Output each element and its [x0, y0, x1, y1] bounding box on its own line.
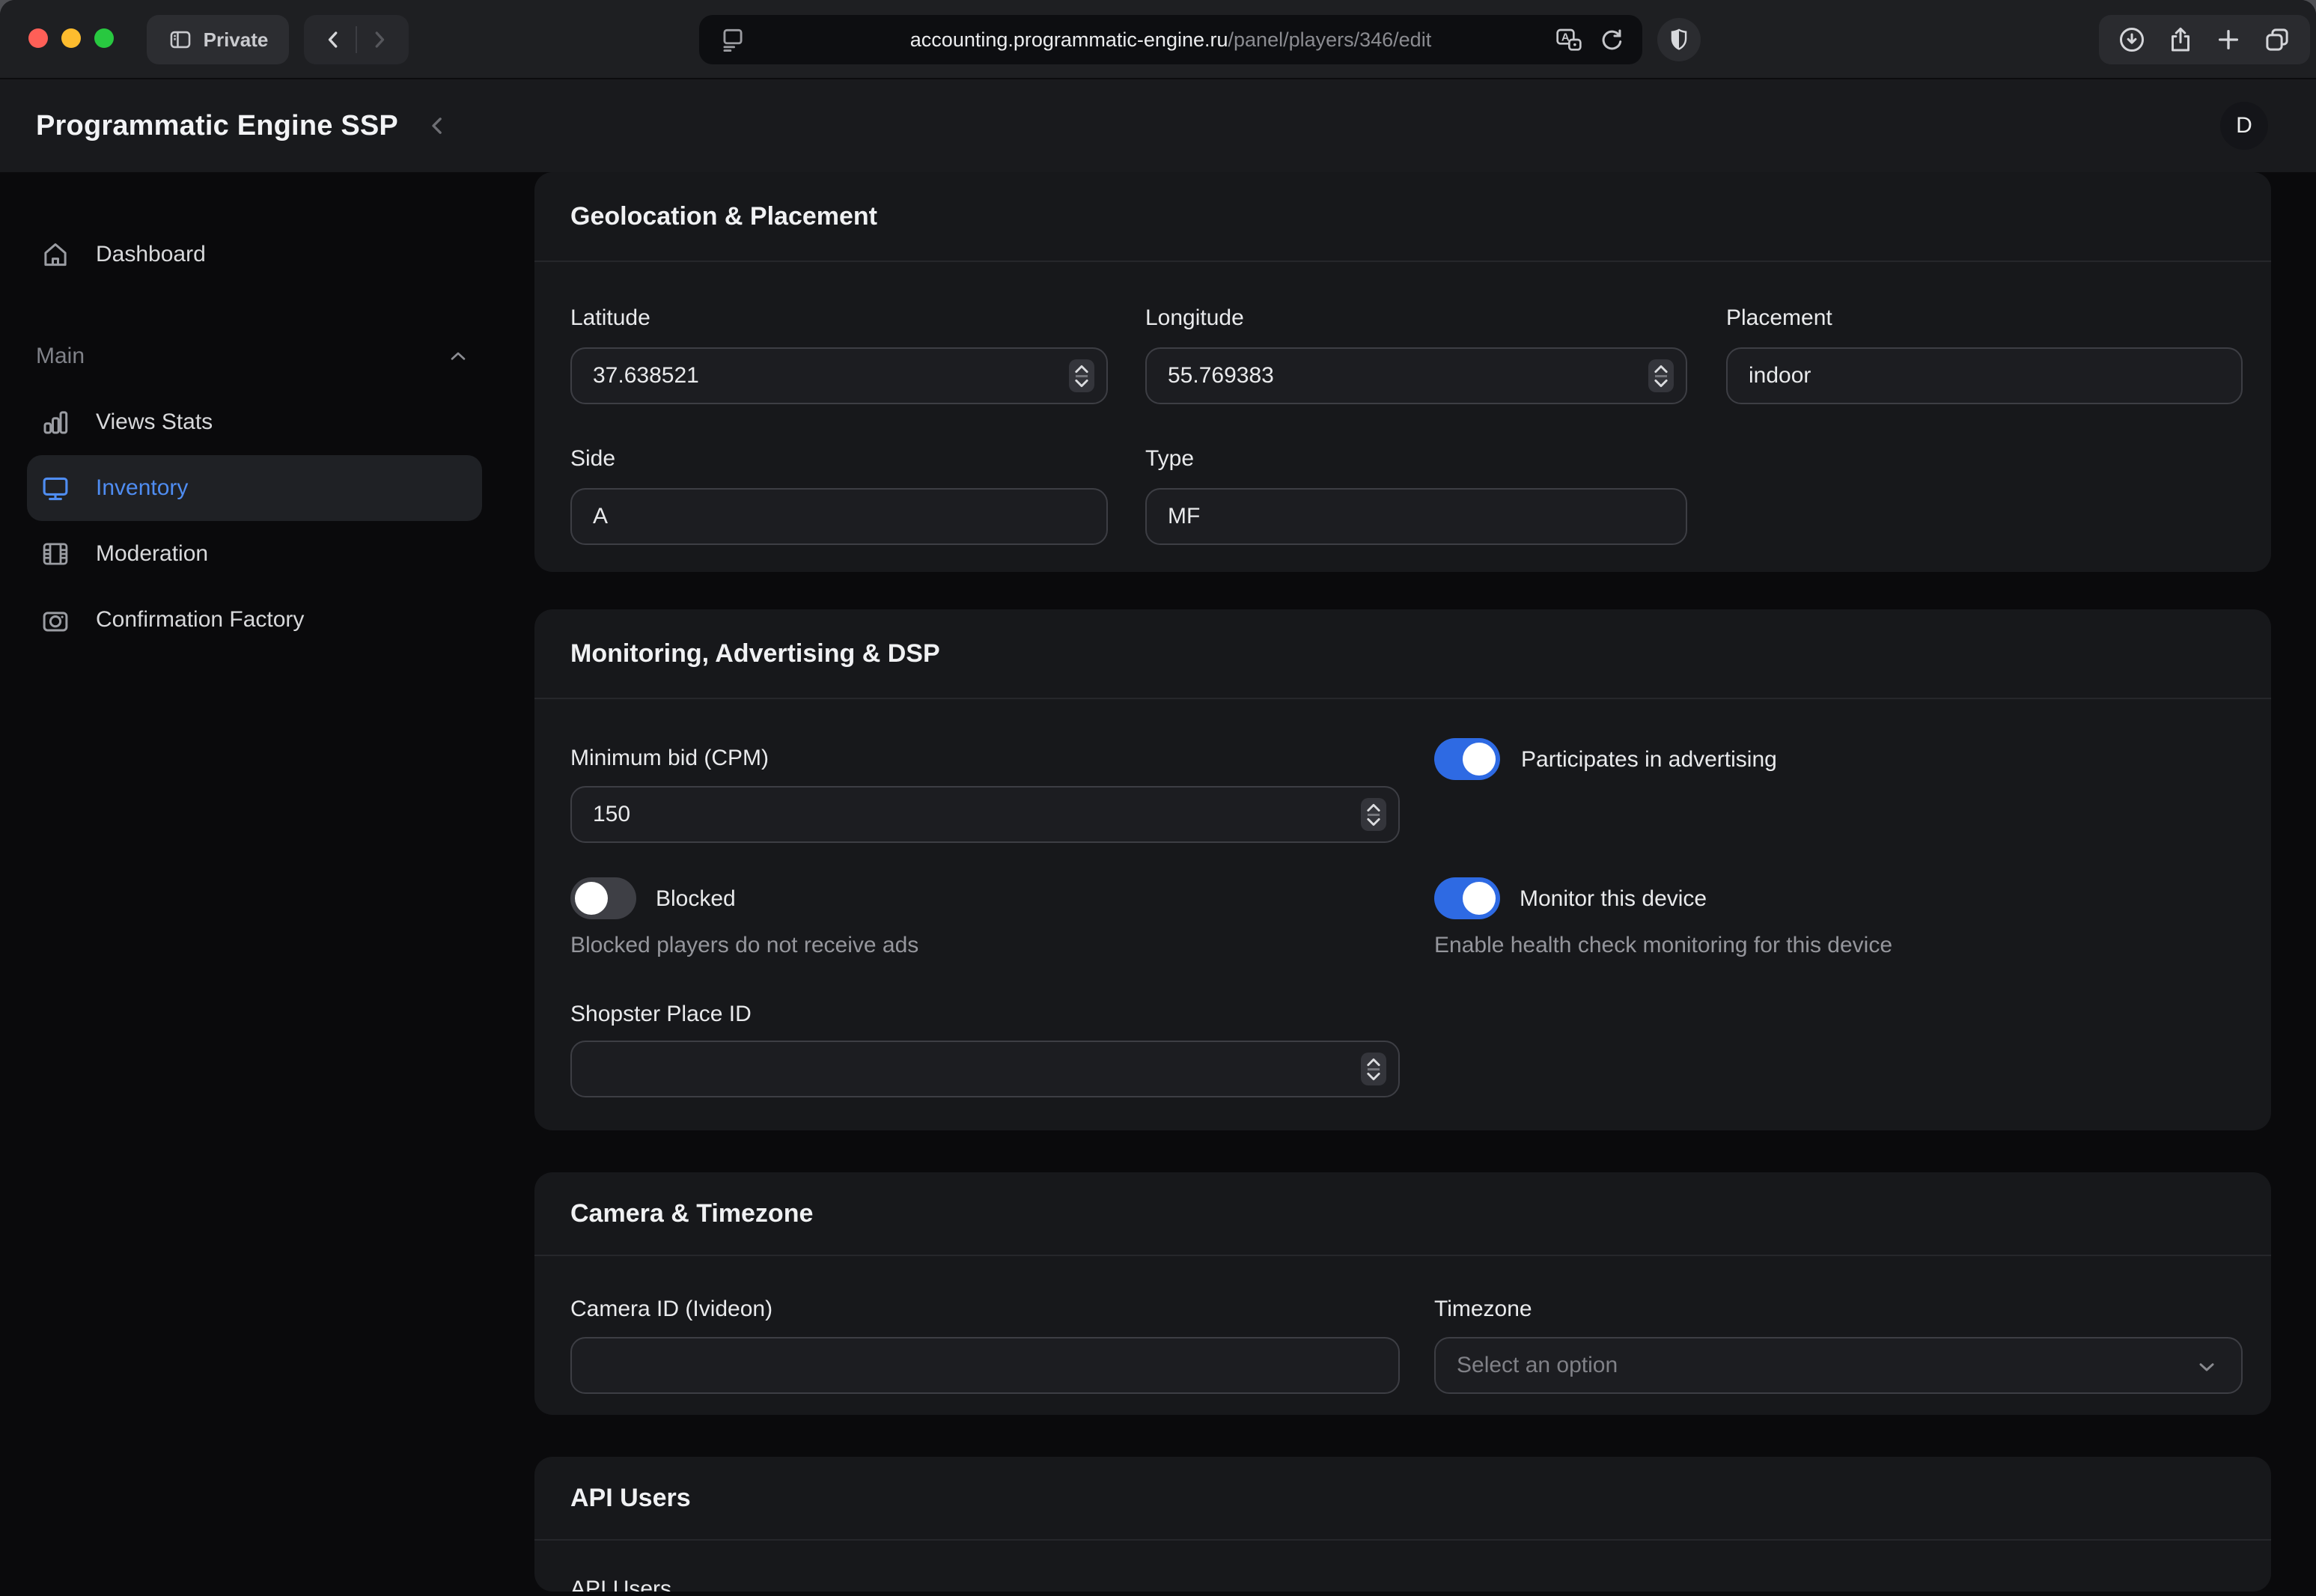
placement-input[interactable] [1726, 347, 2243, 404]
tab-overview-icon[interactable] [2261, 24, 2293, 55]
translate-icon[interactable]: A [1554, 25, 1584, 55]
latitude-label: Latitude [570, 305, 1108, 331]
minimum-bid-input[interactable] [570, 786, 1400, 843]
user-avatar[interactable]: D [2220, 102, 2268, 150]
forward-button[interactable] [366, 26, 393, 53]
sidebar-item-inventory[interactable]: Inventory [27, 455, 482, 521]
address-bar[interactable]: accounting.programmatic-engine.ru/panel/… [699, 15, 1642, 64]
url-path: /panel/players/346/edit [1228, 28, 1432, 51]
main-content: Geolocation & Placement Latitude Longitu… [509, 172, 2316, 1596]
camera-icon [39, 603, 72, 636]
api-users-field-label: API Users [570, 1577, 1400, 1592]
sidebar-item-moderation[interactable]: Moderation [27, 521, 482, 587]
side-label: Side [570, 446, 1108, 472]
section-title: Monitoring, Advertising & DSP [570, 639, 940, 668]
nav-divider [356, 26, 357, 53]
stepper-control[interactable] [1361, 1053, 1386, 1085]
sidebar-item-label: Confirmation Factory [96, 607, 304, 633]
bar-chart-icon [39, 406, 72, 439]
placement-label: Placement [1726, 305, 2243, 331]
monitor-description: Enable health check monitoring for this … [1434, 933, 1892, 958]
sidebar-item-dashboard[interactable]: Dashboard [27, 222, 482, 287]
url-text: accounting.programmatic-engine.ru/panel/… [910, 28, 1431, 52]
sidebar-item-confirmation-factory[interactable]: Confirmation Factory [27, 587, 482, 653]
new-tab-icon[interactable] [2213, 24, 2244, 55]
participates-in-advertising-label: Participates in advertising [1521, 747, 1777, 773]
stepper-control[interactable] [1648, 359, 1674, 392]
back-button[interactable] [320, 26, 347, 53]
monitor-icon [39, 472, 72, 505]
sidebar-toggle-icon [168, 27, 193, 52]
blocked-label: Blocked [656, 886, 736, 912]
url-domain: accounting.programmatic-engine.ru [910, 28, 1228, 51]
shopster-place-id-label: Shopster Place ID [570, 1002, 1400, 1027]
section-monitoring-advertising-dsp: Monitoring, Advertising & DSP Minimum bi… [534, 609, 2271, 1130]
timezone-placeholder: Select an option [1457, 1353, 1618, 1378]
toolbar-actions-group [2099, 15, 2310, 64]
page-settings-icon[interactable] [719, 25, 747, 54]
section-title: API Users [570, 1484, 691, 1513]
sidebar-item-label: Views Stats [96, 409, 213, 435]
stepper-control[interactable] [1069, 359, 1094, 392]
sidebar-item-label: Inventory [96, 475, 188, 501]
blocked-description: Blocked players do not receive ads [570, 933, 918, 958]
section-title: Geolocation & Placement [570, 202, 877, 231]
sidebar-item-label: Moderation [96, 541, 208, 567]
section-geolocation-placement: Geolocation & Placement Latitude Longitu… [534, 172, 2271, 572]
section-camera-timezone: Camera & Timezone Camera ID (Ivideon) Ti… [534, 1172, 2271, 1415]
history-nav-group [304, 15, 409, 64]
sidebar-section-main[interactable]: Main [0, 323, 509, 389]
camera-id-label: Camera ID (Ivideon) [570, 1297, 1400, 1322]
minimum-bid-label: Minimum bid (CPM) [570, 746, 1400, 771]
private-browsing-badge[interactable]: Private [147, 15, 289, 64]
home-icon [39, 238, 72, 271]
section-api-users: API Users API Users [534, 1457, 2271, 1592]
reload-icon[interactable] [1597, 26, 1626, 55]
private-badge-label: Private [204, 28, 269, 52]
minimize-window-button[interactable] [61, 28, 81, 48]
camera-id-input[interactable] [570, 1337, 1400, 1394]
monitor-this-device-toggle[interactable] [1434, 877, 1500, 919]
browser-toolbar: Private accounting.programmatic-engine.r… [0, 0, 2316, 79]
browser-window: Private accounting.programmatic-engine.r… [0, 0, 2316, 1596]
sidebar-section-label: Main [36, 344, 85, 369]
side-input[interactable] [570, 488, 1108, 545]
latitude-input[interactable] [570, 347, 1108, 404]
share-icon[interactable] [2165, 24, 2196, 55]
chevron-down-icon [2195, 1355, 2219, 1379]
privacy-shield-button[interactable] [1657, 18, 1701, 61]
app-title: Programmatic Engine SSP [36, 110, 398, 142]
timezone-label: Timezone [1434, 1297, 2243, 1322]
chevron-up-icon [446, 344, 470, 368]
monitor-this-device-label: Monitor this device [1520, 886, 1707, 912]
shopster-place-id-input[interactable] [570, 1041, 1400, 1097]
section-title: Camera & Timezone [570, 1199, 813, 1228]
longitude-label: Longitude [1145, 305, 1687, 331]
zoom-window-button[interactable] [94, 28, 114, 48]
desktop: Private accounting.programmatic-engine.r… [0, 0, 2316, 1596]
longitude-input[interactable] [1145, 347, 1687, 404]
blocked-toggle[interactable] [570, 877, 636, 919]
sidebar-item-views-stats[interactable]: Views Stats [27, 389, 482, 455]
window-controls [28, 28, 114, 48]
sidebar-item-label: Dashboard [96, 242, 206, 267]
type-input[interactable] [1145, 488, 1687, 545]
close-window-button[interactable] [28, 28, 48, 48]
sidebar: Dashboard Main Views Stats [0, 172, 509, 1596]
film-icon [39, 537, 72, 570]
timezone-select[interactable]: Select an option [1434, 1337, 2243, 1394]
downloads-icon[interactable] [2116, 24, 2148, 55]
back-chevron-icon[interactable] [422, 111, 452, 141]
type-label: Type [1145, 446, 1687, 472]
stepper-control[interactable] [1361, 798, 1386, 831]
app-header: Programmatic Engine SSP D [0, 79, 2316, 172]
participates-in-advertising-toggle[interactable] [1434, 738, 1500, 780]
